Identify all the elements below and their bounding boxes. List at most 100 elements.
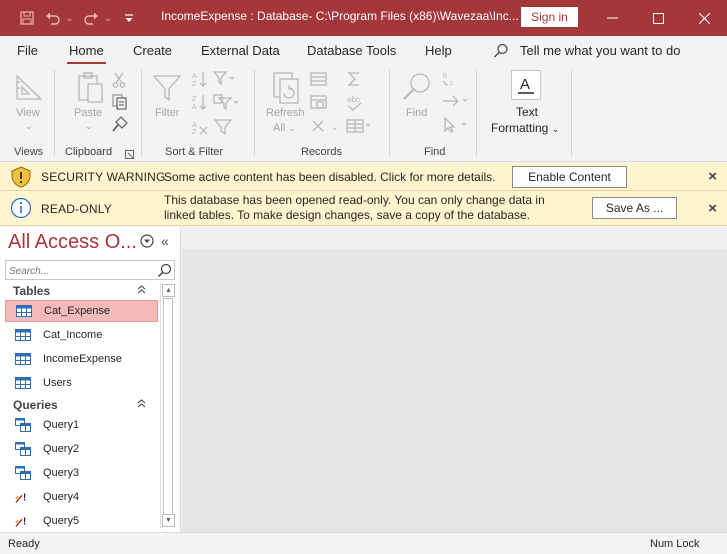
scroll-up-icon[interactable]: ▲ [162,284,175,297]
menu-bar: File Home Create External Data Database … [0,36,727,66]
paste-button-label[interactable]: Paste [74,107,102,119]
close-window-icon[interactable] [681,0,727,36]
refresh-all-text: All [273,122,286,134]
queries-group-header[interactable]: Queries [13,398,58,412]
clipboard-group-label: Clipboard [65,146,113,158]
nav-item-table-cat-expense[interactable]: Cat_Expense [5,300,158,322]
refresh-all-label[interactable]: All ⌄ [273,122,296,134]
tab-home[interactable]: Home [67,43,106,64]
tab-create[interactable]: Create [133,43,172,58]
close-security-bar-icon[interactable]: × [708,168,717,185]
filter-icon[interactable] [152,73,182,106]
filter-button-label[interactable]: Filter [155,107,179,119]
save-record-icon[interactable] [310,94,328,113]
sign-in-button[interactable]: Sign in [521,7,578,27]
nav-item-query-query3[interactable]: Query3 [5,462,158,484]
advanced-filter-icon[interactable] [213,93,241,114]
svg-text:A: A [192,122,197,129]
tell-me-input[interactable]: Tell me what you want to do [520,43,680,58]
nav-item-table-incomeexpense[interactable]: IncomeExpense [5,348,158,370]
view-icon[interactable] [14,72,44,105]
selection-filter-icon[interactable] [212,70,239,91]
nav-scrollbar[interactable]: ▲ ▼ [160,283,175,529]
nav-item-query-query2[interactable]: Query2 [5,438,158,460]
find-button-label[interactable]: Find [406,107,427,119]
ribbon-separator [254,70,255,156]
shutter-bar-close-icon[interactable]: « [161,233,169,249]
num-lock-indicator: Num Lock [650,538,700,550]
tables-group-header[interactable]: Tables [13,284,50,298]
tab-help[interactable]: Help [425,43,452,58]
paste-icon[interactable] [76,72,104,107]
nav-search-input[interactable] [9,264,155,278]
undo-icon[interactable] [40,5,66,31]
table-icon [16,304,32,318]
refresh-all-icon[interactable] [271,71,303,108]
sort-descending-icon[interactable]: ZA [191,93,209,114]
svg-text:!: ! [23,493,26,504]
save-icon[interactable] [14,5,40,31]
delete-dropdown-icon[interactable]: ⌄ [331,122,339,133]
scroll-down-icon[interactable]: ▼ [162,514,175,527]
nav-item-label: Query2 [43,443,80,455]
collapse-tables-icon[interactable] [137,285,146,297]
sort-ascending-icon[interactable]: AZ [191,70,209,91]
nav-item-table-cat-income[interactable]: Cat_Income [5,324,158,346]
toggle-filter-icon[interactable] [213,118,233,139]
delete-record-icon[interactable] [311,119,325,136]
redo-dropdown-icon[interactable]: ⌄ [104,13,116,24]
security-warning-bar: SECURITY WARNING Some active content has… [0,163,727,191]
tab-file[interactable]: File [17,43,38,58]
view-button-label[interactable]: View [16,107,40,119]
table-icon [15,328,31,342]
scroll-thumb[interactable] [163,298,173,516]
undo-dropdown-icon[interactable]: ⌄ [66,13,78,24]
svg-text:!: ! [23,517,26,528]
more-records-icon[interactable] [346,119,372,136]
collapse-queries-icon[interactable] [137,399,146,411]
format-painter-icon[interactable] [112,116,128,135]
tab-external-data[interactable]: External Data [201,43,280,58]
paste-dropdown-icon[interactable]: ⌄ [85,121,93,132]
nav-item-label: Cat_Income [43,329,103,341]
nav-item-table-users[interactable]: Users [5,372,158,394]
refresh-button-label[interactable]: Refresh [266,107,305,119]
sort-filter-group-label: Sort & Filter [165,146,224,158]
formatting-button-label[interactable]: Formatting ⌄ [491,121,559,135]
spelling-icon[interactable]: abc [346,94,364,115]
lightbulb-search-icon [493,43,509,62]
close-read-only-bar-icon[interactable]: × [708,200,717,217]
security-warning-message[interactable]: Some active content has been disabled. C… [164,170,496,185]
clipboard-launcher-icon[interactable] [125,148,134,162]
remove-sort-icon[interactable]: AZ [191,118,209,139]
find-group-label: Find [424,146,446,158]
customize-qat-icon[interactable] [116,5,142,31]
read-only-bar: READ-ONLY This database has been opened … [0,191,727,226]
minimize-window-icon[interactable] [589,0,635,36]
redo-icon[interactable] [78,5,104,31]
nav-pane-menu-icon[interactable] [140,234,154,251]
nav-item-query-query5[interactable]: ! Query5 [5,510,158,532]
select-icon[interactable] [442,116,470,136]
cut-icon[interactable] [112,72,126,91]
totals-icon[interactable] [346,71,362,90]
tab-database-tools[interactable]: Database Tools [307,43,396,58]
text-button-label[interactable]: Text [516,105,538,119]
search-icon[interactable] [157,263,172,281]
enable-content-button[interactable]: Enable Content [512,166,627,188]
nav-item-query-query4[interactable]: ! Query4 [5,486,158,508]
text-formatting-icon[interactable]: A [511,70,541,103]
view-dropdown-icon[interactable]: ⌄ [25,121,33,132]
go-to-icon[interactable] [441,94,471,111]
replace-icon[interactable]: bc [441,71,459,90]
find-icon[interactable] [401,71,433,106]
save-as-button[interactable]: Save As ... [592,197,677,219]
maximize-window-icon[interactable] [635,0,681,36]
nav-item-query-query1[interactable]: Query1 [5,414,158,436]
navigation-pane: All Access O... « Tables Cat_Expense Cat… [0,227,181,532]
svg-text:Z: Z [192,96,197,103]
new-record-icon[interactable] [310,71,328,90]
nav-pane-title[interactable]: All Access O... [8,231,137,254]
copy-icon[interactable] [112,94,128,113]
svg-text:A: A [192,73,197,80]
